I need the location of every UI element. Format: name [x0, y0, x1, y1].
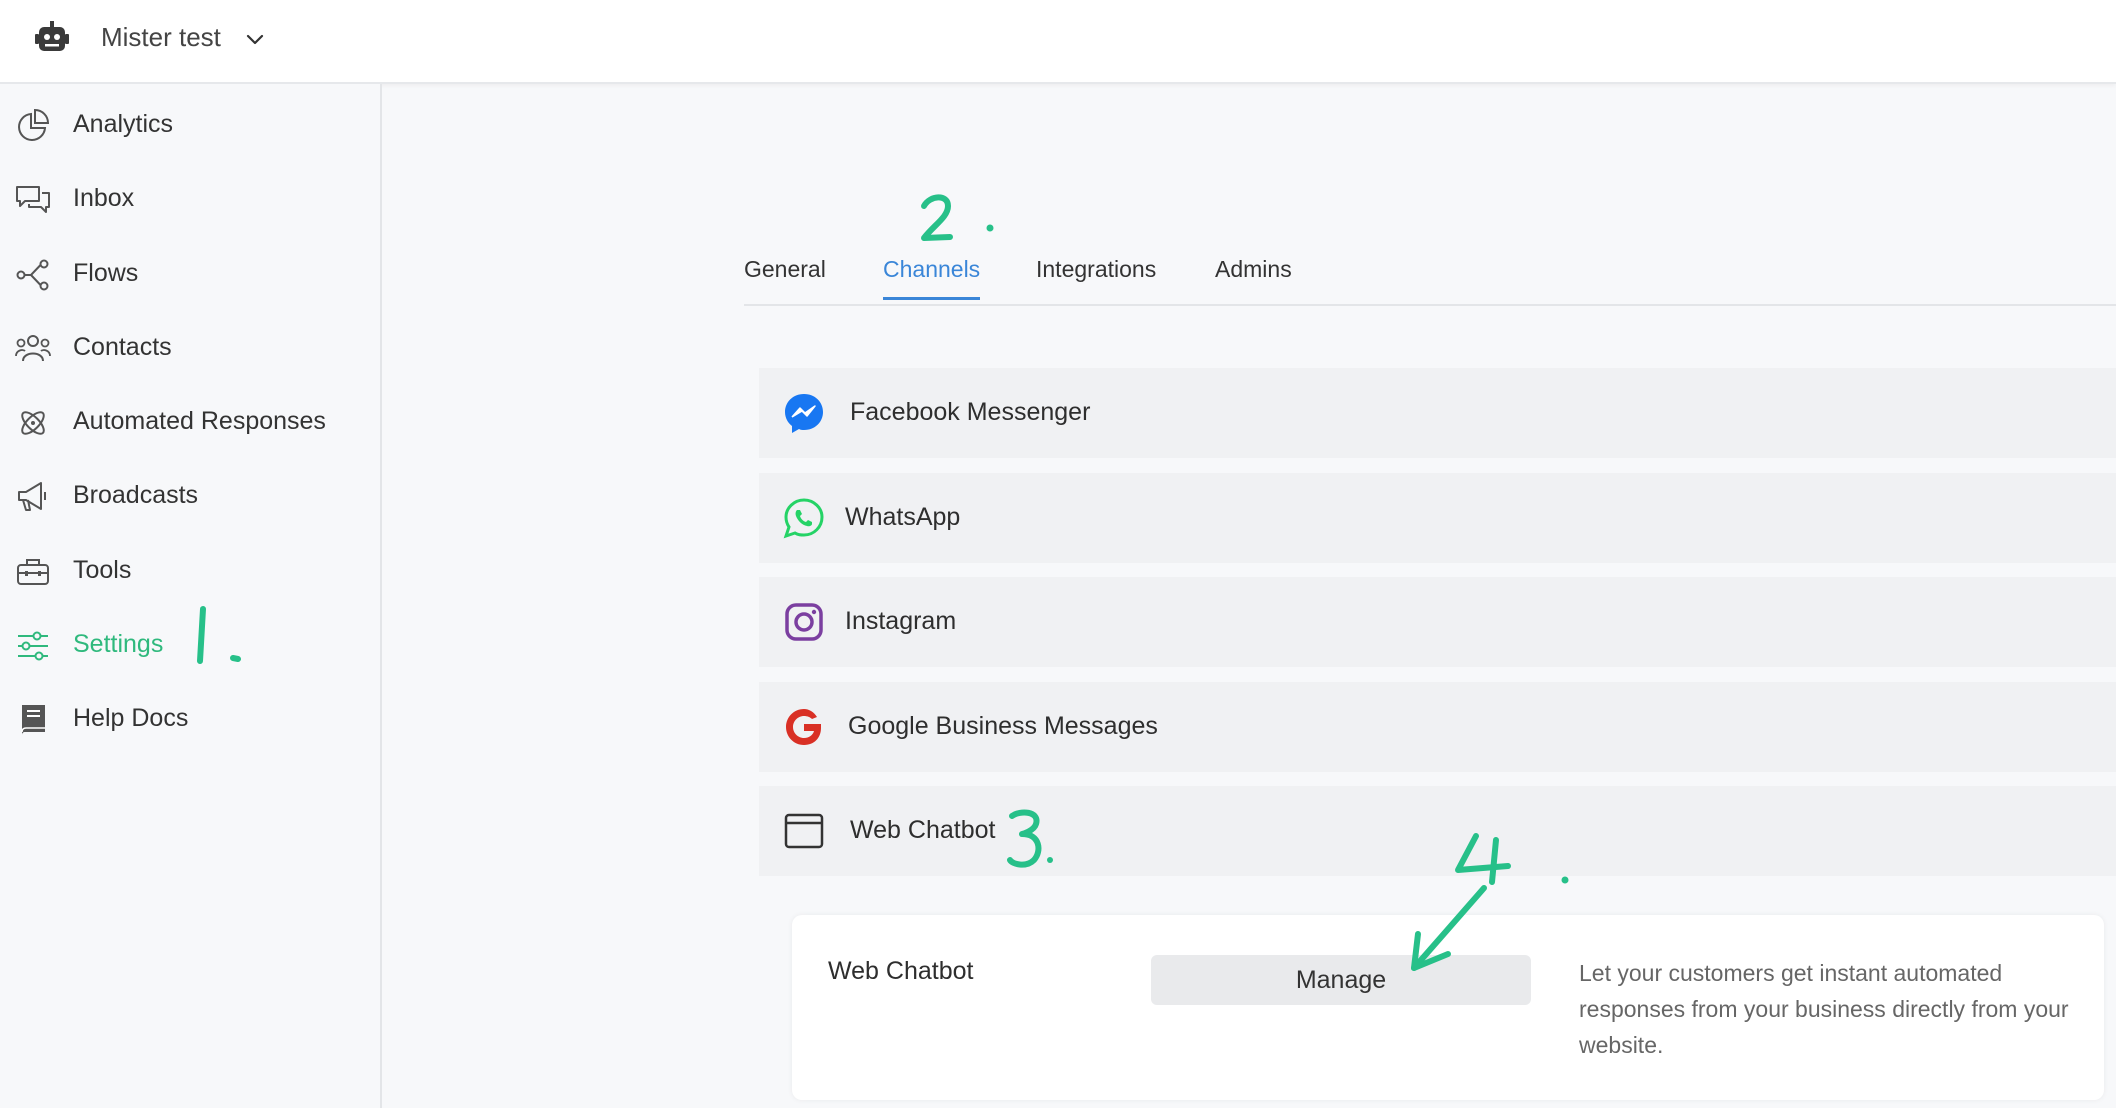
whatsapp-icon	[783, 498, 824, 539]
workspace-name[interactable]: Mister test	[101, 22, 221, 53]
sidebar-item-tools[interactable]: Tools	[0, 542, 380, 602]
card-description: Let your customers get instant automated…	[1579, 960, 2069, 1058]
channel-label: Web Chatbot	[850, 816, 996, 844]
tab-channels[interactable]: Channels	[883, 256, 981, 300]
tab-integrations[interactable]: Integrations	[1036, 256, 1156, 297]
channel-row-google-business-messages[interactable]: Google Business Messages	[759, 682, 2116, 772]
annotation-step-2: 2.	[921, 194, 994, 241]
channel-label: WhatsApp	[845, 503, 961, 531]
messenger-icon	[785, 394, 823, 433]
channel-label: Google Business Messages	[848, 712, 1158, 740]
sidebar-item-label: Help Docs	[73, 704, 189, 732]
settings-tabs: General Channels Integrations Admins	[744, 250, 2116, 306]
sidebar-item-flows[interactable]: Flows	[0, 245, 380, 305]
top-header: Mister test	[0, 0, 2116, 84]
atom-icon	[21, 411, 45, 435]
sidebar-item-label: Analytics	[73, 110, 174, 138]
sidebar-item-label: Tools	[73, 556, 132, 584]
sidebar-item-label: Broadcasts	[73, 481, 199, 509]
channel-row-facebook-messenger[interactable]: Facebook Messenger	[759, 368, 2116, 458]
sidebar-item-help-docs[interactable]: Help Docs	[0, 690, 380, 750]
sidebar-item-broadcasts[interactable]: Broadcasts	[0, 467, 380, 527]
people-icon	[15, 335, 51, 362]
toolbox-icon	[17, 559, 49, 585]
chevron-down-icon[interactable]	[244, 28, 266, 50]
sidebar-item-label: Contacts	[73, 333, 172, 361]
channel-label: Instagram	[845, 607, 957, 635]
google-icon	[786, 709, 821, 745]
web-chatbot-detail-card: Web Chatbot Manage Let your customers ge…	[792, 915, 2104, 1100]
manage-button[interactable]: Manage	[1151, 955, 1531, 1005]
sidebar-item-inbox[interactable]: Inbox	[0, 170, 380, 230]
sliders-icon	[18, 631, 48, 661]
sidebar-item-label: Inbox	[73, 184, 135, 212]
megaphone-icon	[18, 482, 46, 511]
sidebar: Analytics Inbox Flows Contacts Automated…	[0, 84, 382, 1108]
book-icon	[21, 705, 45, 735]
card-title: Web Chatbot	[828, 957, 974, 985]
channel-row-instagram[interactable]: Instagram	[759, 577, 2116, 667]
tab-admins[interactable]: Admins	[1215, 256, 1292, 297]
sidebar-item-automated-responses[interactable]: Automated Responses	[0, 393, 380, 453]
sidebar-item-settings[interactable]: Settings	[0, 616, 380, 676]
chat-bubbles-icon	[16, 186, 50, 213]
browser-window-icon	[784, 813, 824, 849]
channel-row-web-chatbot[interactable]: Web Chatbot	[759, 786, 2116, 876]
channel-label: Facebook Messenger	[850, 398, 1091, 426]
robot-icon	[35, 21, 69, 51]
sidebar-item-label: Flows	[73, 259, 139, 287]
channel-row-whatsapp[interactable]: WhatsApp	[759, 473, 2116, 563]
sidebar-item-label: Automated Responses	[73, 407, 326, 435]
sidebar-item-analytics[interactable]: Analytics	[0, 96, 380, 156]
pie-chart-icon	[18, 108, 50, 141]
instagram-icon	[785, 603, 823, 641]
flow-nodes-icon	[16, 259, 49, 291]
tab-general[interactable]: General	[744, 256, 826, 297]
sidebar-item-label: Settings	[73, 630, 164, 658]
sidebar-item-contacts[interactable]: Contacts	[0, 319, 380, 379]
